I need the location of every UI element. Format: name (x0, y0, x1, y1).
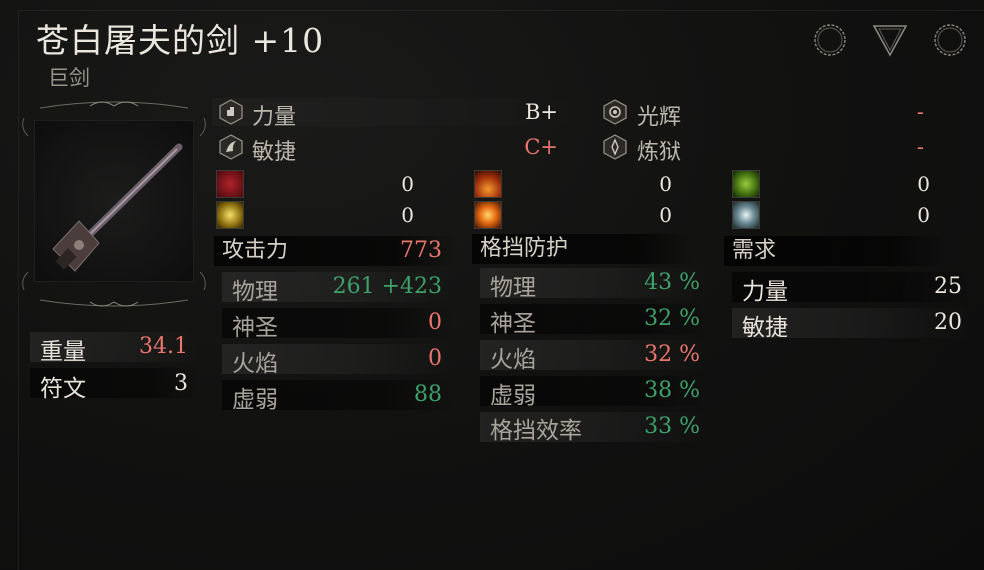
frost-icon (732, 201, 760, 229)
inferno-icon (602, 134, 628, 160)
fire-icon (474, 170, 502, 198)
rune-value: 3 (174, 371, 188, 396)
element-value: 0 (401, 172, 414, 196)
requirement-row-value: 25 (934, 274, 962, 299)
scaling-grade: - (916, 135, 924, 159)
element-value: 0 (659, 203, 672, 227)
scaling-label: 炼狱 (637, 140, 682, 165)
bleed-icon (216, 170, 244, 198)
radiance-icon (602, 99, 628, 125)
dexterity-icon (218, 134, 244, 160)
weapon-image (34, 120, 194, 282)
weapon-stats-panel: 苍白屠夫的剑 +10 巨剑 重量 34.1 符文 3 力量 B+ 敏捷 C+ 光… (0, 0, 984, 570)
slot-icons (810, 20, 970, 60)
guard-row-value: 38 % (644, 378, 700, 403)
weapon-image-frame (20, 98, 208, 310)
guard-header: 格挡防护 (472, 234, 692, 264)
requirement-row-value: 20 (934, 310, 962, 335)
scaling-label: 光辉 (637, 105, 682, 130)
attack-row-value: 261 +423 (332, 274, 442, 299)
burn-icon (474, 201, 502, 229)
weapon-category: 巨剑 (48, 66, 90, 90)
scaling-grade: C+ (524, 135, 558, 159)
rune-label: 符文 (40, 376, 86, 402)
requirement-row-label: 敏捷 (742, 315, 788, 341)
poison-icon (732, 170, 760, 198)
guard-row-value: 32 % (644, 342, 700, 367)
attack-row-label: 神圣 (232, 315, 278, 341)
ring-slot-icon[interactable] (930, 20, 970, 60)
scaling-label: 力量 (252, 105, 297, 130)
guard-row-value: 33 % (644, 414, 700, 439)
weight-value: 34.1 (139, 334, 188, 359)
element-value: 0 (401, 203, 414, 227)
scaling-grade: B+ (524, 100, 558, 124)
attack-row-label: 虚弱 (232, 387, 278, 413)
holy-light-icon (216, 201, 244, 229)
requirement-row-label: 力量 (742, 279, 788, 305)
attack-total: 773 (400, 238, 442, 263)
guard-row-value: 43 % (644, 270, 700, 295)
scaling-grade: - (916, 100, 924, 124)
guard-header-label: 格挡防护 (480, 236, 569, 261)
attack-row-value: 0 (428, 346, 442, 371)
guard-row-label: 物理 (490, 275, 536, 301)
guard-row-label: 格挡效率 (490, 418, 582, 444)
greatsword-icon (52, 143, 183, 272)
guard-row-label: 虚弱 (490, 383, 536, 409)
attack-row-label: 物理 (232, 279, 278, 305)
guard-row-label: 火焰 (490, 347, 536, 373)
element-value: 0 (659, 172, 672, 196)
element-value: 0 (917, 172, 930, 196)
weight-label: 重量 (40, 339, 86, 365)
ring-slot-icon[interactable] (810, 20, 850, 60)
guard-row-label: 神圣 (490, 311, 536, 337)
attack-row-label: 火焰 (232, 351, 278, 377)
attack-header-label: 攻击力 (222, 238, 289, 263)
requirements-header: 需求 (724, 236, 944, 266)
scaling-label: 敏捷 (252, 140, 297, 165)
strength-icon (218, 99, 244, 125)
element-value: 0 (917, 203, 930, 227)
triangle-slot-icon[interactable] (870, 20, 910, 60)
guard-row-value: 32 % (644, 306, 700, 331)
weapon-name: 苍白屠夫的剑 +10 (36, 21, 325, 60)
requirements-header-label: 需求 (732, 238, 777, 263)
attack-row-value: 0 (428, 310, 442, 335)
attack-row-value: 88 (414, 382, 442, 407)
